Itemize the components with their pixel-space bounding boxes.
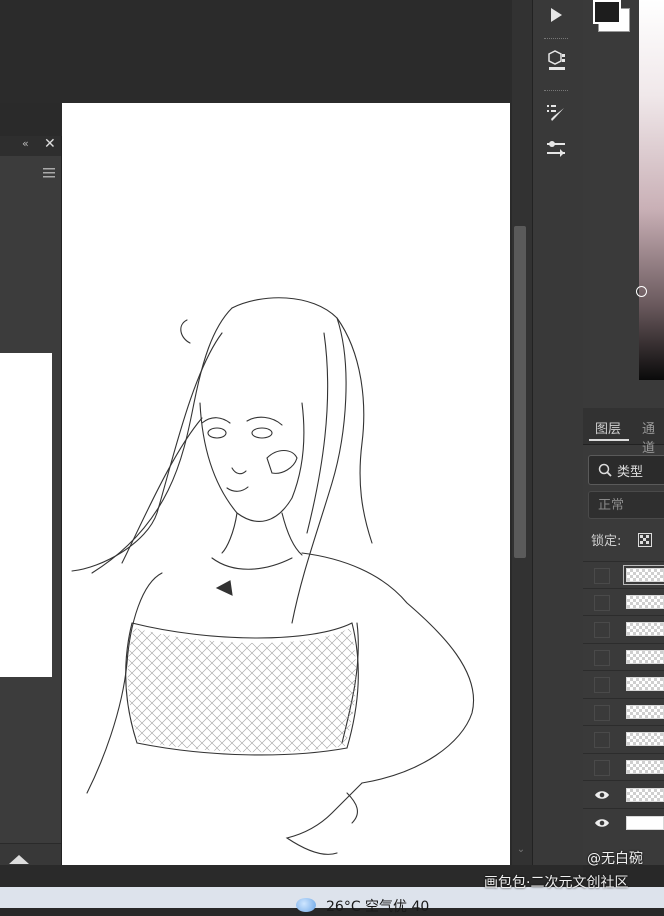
panel-preview-area [0,353,52,677]
tab-channels[interactable]: 通道 [642,418,664,456]
layer-visibility-toggle[interactable] [594,622,610,638]
layer-visibility-toggle[interactable] [594,705,610,721]
double-chevron-left-icon[interactable]: « [22,137,29,150]
layer-visibility-toggle[interactable] [594,650,610,666]
panel-menu-icon[interactable] [43,163,55,178]
layer-thumbnail[interactable] [626,760,664,774]
3d-cube-icon[interactable] [538,46,574,76]
layer-visibility-toggle[interactable] [594,677,610,693]
brush-presets-icon[interactable] [538,98,574,128]
watermark-site: 画包包·二次元文创社区 [484,875,629,891]
layer-thumbnail[interactable] [626,622,664,636]
watermark-author: @无白碗 [587,851,643,867]
scrollbar-thumb[interactable] [514,226,526,558]
adjustments-icon[interactable] [538,134,574,164]
lock-transparent-pixels-icon[interactable] [638,532,652,547]
document-tab-bar [0,0,512,103]
layer-visibility-toggle[interactable] [594,595,610,611]
layer-thumbnail[interactable] [626,595,664,609]
artwork-canvas[interactable] [62,103,510,865]
search-icon [598,463,612,477]
layer-visibility-toggle[interactable] [594,568,610,584]
filter-label: 类型 [617,464,644,480]
blend-mode-select[interactable]: 正常 [588,491,664,519]
grip-divider[interactable] [544,90,568,93]
weather-icon[interactable] [296,898,316,912]
layer-filter-dropdown[interactable]: 类型 [588,455,664,485]
layer-thumbnail[interactable] [623,565,664,585]
close-icon[interactable]: ✕ [44,136,56,152]
layer-visibility-toggle[interactable] [594,760,610,776]
tab-layers[interactable]: 图层 [595,418,621,437]
layer-thumbnail[interactable] [626,788,664,802]
layer-visibility-toggle[interactable] [594,732,610,748]
panel-dock-strip [532,0,584,865]
active-tab-indicator [589,439,629,441]
scroll-down-icon[interactable]: ⌄ [514,844,528,858]
layer-thumbnail[interactable] [626,650,664,664]
weather-readout[interactable]: 26°C 空气优 40 [326,896,429,916]
play-icon[interactable] [538,0,574,30]
layer-thumbnail[interactable] [626,677,664,691]
foreground-color-swatch[interactable] [593,0,621,24]
layer-thumbnail[interactable] [626,732,664,746]
eye-icon[interactable] [593,816,611,830]
color-picker-field[interactable] [639,0,664,380]
layer-thumbnail-background[interactable] [626,816,664,830]
lock-label: 锁定: [591,534,622,549]
color-picker-cursor[interactable] [636,286,647,297]
grip-divider[interactable] [544,38,568,41]
sketch-drawing [71,297,475,855]
eye-icon[interactable] [593,788,611,802]
layer-thumbnail[interactable] [626,705,664,719]
